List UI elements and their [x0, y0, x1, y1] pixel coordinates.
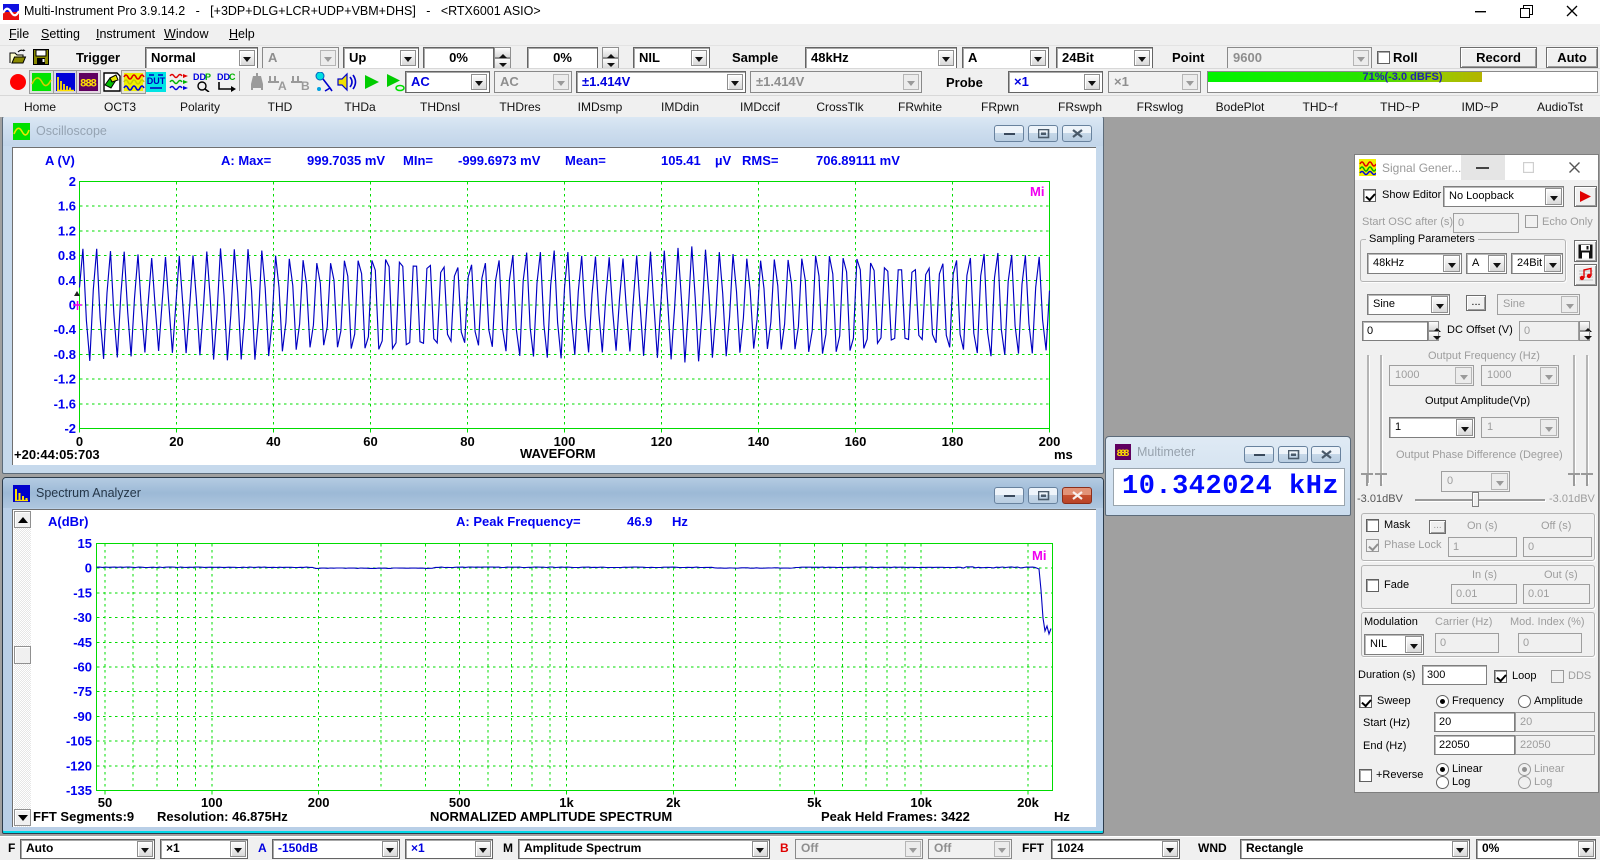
- svg-text:-15: -15: [73, 585, 92, 600]
- svg-text:Mean=: Mean=: [565, 153, 606, 168]
- svg-text:A: Peak Frequency=: A: Peak Frequency=: [456, 514, 581, 529]
- svg-text:180: 180: [942, 434, 964, 449]
- svg-text:10k: 10k: [910, 795, 932, 810]
- svg-text:888: 888: [80, 79, 97, 91]
- svg-text:-0.8: -0.8: [54, 347, 76, 362]
- svg-text:DUT: DUT: [147, 76, 166, 86]
- svg-text:2k: 2k: [666, 795, 681, 810]
- svg-text:ms: ms: [1054, 447, 1073, 462]
- svg-text:-0.4: -0.4: [54, 322, 77, 337]
- svg-text:Mi: Mi: [1030, 184, 1044, 199]
- svg-text:5k: 5k: [807, 795, 822, 810]
- svg-text:-120: -120: [66, 758, 92, 773]
- svg-text:20k: 20k: [1017, 795, 1039, 810]
- svg-text:1.2: 1.2: [58, 223, 76, 238]
- svg-text:-75: -75: [73, 684, 92, 699]
- svg-text:A (V): A (V): [45, 153, 75, 168]
- svg-text:200: 200: [308, 795, 330, 810]
- svg-text:-105: -105: [66, 734, 92, 749]
- svg-text:140: 140: [748, 434, 770, 449]
- svg-text:C: C: [229, 72, 236, 82]
- svg-text:1k: 1k: [559, 795, 574, 810]
- svg-text:P: P: [205, 72, 211, 82]
- svg-text:80: 80: [460, 434, 474, 449]
- svg-text:20: 20: [169, 434, 183, 449]
- svg-text:15: 15: [78, 536, 92, 551]
- svg-text:0: 0: [85, 561, 92, 576]
- svg-text:A: Max=: A: Max=: [221, 153, 272, 168]
- svg-text:0.8: 0.8: [58, 248, 76, 263]
- svg-text:Mi: Mi: [1032, 548, 1046, 563]
- svg-text:60: 60: [363, 434, 377, 449]
- svg-text:A(dBr): A(dBr): [48, 514, 88, 529]
- svg-text:160: 160: [845, 434, 867, 449]
- svg-text:2: 2: [69, 174, 76, 189]
- svg-text:46.9: 46.9: [627, 514, 652, 529]
- svg-text:999.7035 mV: 999.7035 mV: [307, 153, 385, 168]
- svg-text:-2: -2: [64, 421, 76, 436]
- svg-text:888: 888: [1117, 449, 1130, 460]
- svg-text:-1.6: -1.6: [54, 396, 76, 411]
- svg-text:B: B: [301, 79, 310, 92]
- svg-text:105.41: 105.41: [661, 153, 701, 168]
- svg-text:50: 50: [98, 795, 112, 810]
- svg-text:+20:44:05:703: +20:44:05:703: [14, 447, 100, 462]
- svg-text:FFT Segments:9: FFT Segments:9: [33, 809, 134, 824]
- svg-text:WAVEFORM: WAVEFORM: [520, 446, 596, 461]
- svg-text:706.89111 mV: 706.89111 mV: [816, 153, 900, 168]
- svg-text:NORMALIZED AMPLITUDE SPECTRUM: NORMALIZED AMPLITUDE SPECTRUM: [430, 809, 672, 824]
- svg-text:Resolution: 46.875Hz: Resolution: 46.875Hz: [157, 809, 288, 824]
- svg-text:Hz: Hz: [1054, 809, 1070, 824]
- svg-text:A: A: [278, 79, 287, 92]
- svg-text:-1.2: -1.2: [54, 372, 76, 387]
- svg-text:-45: -45: [73, 635, 92, 650]
- svg-text:MIn=: MIn=: [403, 153, 433, 168]
- svg-text:-135: -135: [66, 783, 92, 798]
- svg-text:µV: µV: [715, 153, 731, 168]
- svg-text:-60: -60: [73, 660, 92, 675]
- svg-text:-30: -30: [73, 610, 92, 625]
- svg-text:120: 120: [651, 434, 673, 449]
- svg-text:0.4: 0.4: [58, 273, 77, 288]
- svg-text:100: 100: [201, 795, 223, 810]
- svg-text:40: 40: [266, 434, 280, 449]
- svg-text:Hz: Hz: [672, 514, 688, 529]
- svg-text:500: 500: [449, 795, 471, 810]
- svg-text:1.6: 1.6: [58, 199, 76, 214]
- svg-text:Peak Held Frames: 3422: Peak Held Frames: 3422: [821, 809, 970, 824]
- svg-text:-999.6973 mV: -999.6973 mV: [458, 153, 541, 168]
- svg-text:RMS=: RMS=: [742, 153, 779, 168]
- svg-text:-90: -90: [73, 709, 92, 724]
